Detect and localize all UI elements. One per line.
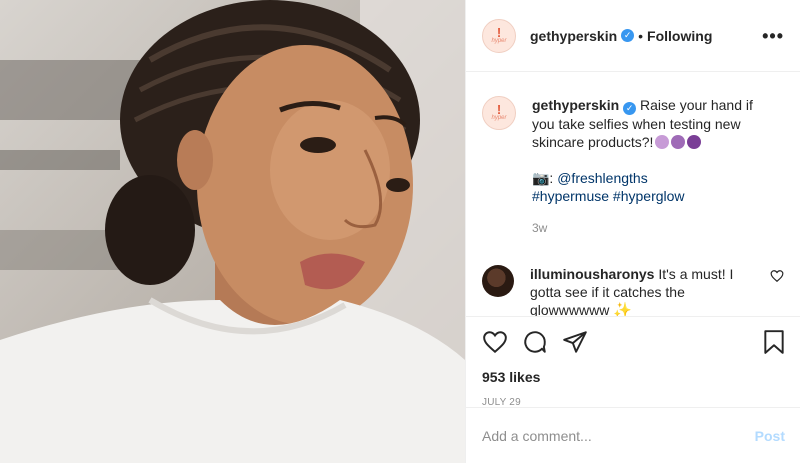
- comment-like-heart-icon[interactable]: [770, 269, 784, 283]
- add-comment-input[interactable]: [482, 427, 755, 444]
- caption-avatar[interactable]: ! hyper: [482, 96, 516, 130]
- action-icons: [482, 329, 785, 355]
- post-side-panel: ! hyper gethyperskin ✓ • Following ••• !…: [465, 0, 800, 463]
- comment-icon[interactable]: [522, 329, 548, 355]
- header-separator: •: [638, 27, 644, 44]
- avatar-mark: !: [496, 102, 502, 117]
- caption-time[interactable]: 3w: [532, 219, 762, 237]
- avatar-word: hyper: [491, 37, 507, 44]
- comments-section: ! hyper gethyperskin ✓ Raise your hand if…: [466, 72, 800, 317]
- heart-icon[interactable]: [482, 329, 508, 355]
- verified-icon: ✓: [621, 29, 635, 42]
- bookmark-icon[interactable]: [763, 329, 785, 355]
- commenter-avatar[interactable]: [482, 265, 514, 297]
- verified-icon: ✓: [623, 102, 637, 115]
- likes-count[interactable]: 953 likes: [482, 369, 785, 385]
- sparkle-icon: ✨: [613, 302, 632, 317]
- profile-avatar[interactable]: ! hyper: [482, 18, 516, 53]
- header-username[interactable]: gethyperskin: [530, 28, 617, 44]
- caption-username[interactable]: gethyperskin: [532, 97, 619, 113]
- post-comment-button[interactable]: Post: [755, 428, 785, 444]
- instagram-post: ! hyper gethyperskin ✓ • Following ••• !…: [0, 0, 800, 463]
- raised-hand-emoji-icon: [687, 135, 702, 149]
- post-header: ! hyper gethyperskin ✓ • Following •••: [466, 0, 800, 72]
- comment-text-block: illuminousharonys It's a must! I gotta s…: [530, 265, 750, 317]
- commenter-username[interactable]: illuminousharonys: [530, 266, 654, 282]
- avatar-mark: !: [496, 24, 502, 40]
- following-button[interactable]: Following: [647, 28, 712, 44]
- action-bar: 953 likes JULY 29: [466, 316, 800, 408]
- comment-row: illuminousharonys It's a must! I gotta s…: [482, 265, 784, 317]
- post-photo[interactable]: [0, 0, 465, 463]
- avatar-word: hyper: [491, 115, 507, 121]
- credit-handle-link[interactable]: @freshlengths: [557, 170, 647, 186]
- caption-text-block: gethyperskin ✓ Raise your hand if you tak…: [532, 96, 762, 237]
- camera-icon: 📷:: [532, 170, 554, 186]
- photo-credit: 📷: @freshlengths: [532, 169, 762, 187]
- caption-row: ! hyper gethyperskin ✓ Raise your hand if…: [482, 96, 784, 237]
- selfie-illustration: [0, 0, 465, 463]
- share-icon[interactable]: [562, 329, 588, 355]
- raised-hand-emoji-icon: [671, 135, 686, 149]
- add-comment-bar: Post: [466, 407, 800, 463]
- more-icon[interactable]: •••: [762, 26, 784, 47]
- raised-hand-emoji-icon: [655, 135, 670, 149]
- hashtags-link[interactable]: #hypermuse #hyperglow: [532, 187, 762, 205]
